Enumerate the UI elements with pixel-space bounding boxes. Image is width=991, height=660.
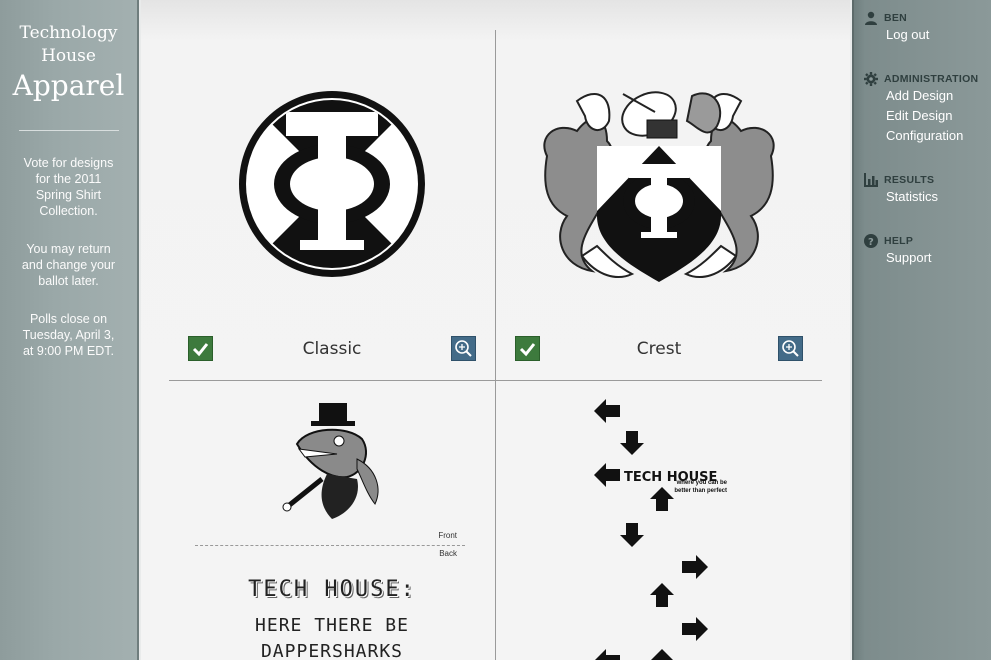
intro-text: Vote for designs for the 2011 Spring Shi…	[23, 156, 114, 218]
design-card-arrows: TECH HOUSE where you can be better than …	[496, 381, 822, 660]
check-icon	[519, 343, 536, 357]
brand-line-2: House	[41, 46, 96, 66]
admin-heading: ADMINISTRATION	[884, 73, 979, 85]
user-section: BEN Log out	[864, 11, 929, 45]
back-label: Back	[439, 549, 457, 558]
zoom-button-classic[interactable]	[451, 336, 476, 361]
back-print-line-2: HERE THERE BE	[255, 615, 409, 636]
design-image-crest[interactable]	[496, 76, 822, 282]
results-section: RESULTS Statistics	[864, 173, 938, 207]
vote-checkbox-crest[interactable]	[515, 336, 540, 361]
design-card-classic: Classic	[169, 30, 495, 380]
user-icon	[865, 11, 877, 25]
help-section: ? HELP Support	[864, 234, 932, 268]
design-image-classic[interactable]	[169, 90, 495, 278]
card-toolbar: Crest	[514, 335, 804, 362]
sidebar-divider	[18, 130, 119, 131]
return-note: You may return and change your ballot la…	[21, 242, 116, 288]
deadline-note: Polls close on Tuesday, April 3, at 9:00…	[22, 312, 115, 358]
design-title-classic: Classic	[302, 339, 362, 359]
back-print-line-3: DAPPERSHARKS	[260, 641, 404, 660]
design-title-crest: Crest	[636, 339, 682, 359]
magnify-icon	[455, 340, 472, 357]
help-heading: HELP	[884, 235, 914, 247]
design-image-shark[interactable]	[169, 399, 495, 523]
design-card-dappersharks: Front Back TECH HOUSE: HERE THERE BE DAP…	[169, 381, 495, 660]
statistics-link[interactable]: Statistics	[886, 187, 938, 207]
back-print-line-1: TECH HOUSE:	[248, 577, 416, 602]
zoom-button-crest[interactable]	[778, 336, 803, 361]
card-toolbar: Classic	[187, 335, 477, 362]
edit-design-link[interactable]: Edit Design	[886, 106, 978, 126]
svg-text:?: ?	[868, 237, 874, 248]
brand-line-1: Technology	[19, 23, 118, 43]
magnify-icon	[782, 340, 799, 357]
fold-line	[195, 545, 465, 546]
brand-logo[interactable]: Technology House Apparel	[0, 0, 137, 102]
results-heading: RESULTS	[884, 174, 935, 186]
configuration-link[interactable]: Configuration	[886, 126, 978, 146]
add-design-link[interactable]: Add Design	[886, 86, 978, 106]
bar-chart-icon	[864, 173, 878, 187]
design-card-crest: Crest	[496, 30, 822, 380]
design-image-arrows[interactable]: TECH HOUSE	[496, 395, 822, 660]
admin-section: ADMINISTRATION Add Design Edit Design Co…	[864, 72, 978, 146]
brand-line-3: Apparel	[12, 69, 125, 102]
gear-icon	[864, 72, 878, 86]
support-link[interactable]: Support	[886, 248, 932, 268]
main-panel: Classic Crest Front Back TECH HOUSE: HER…	[141, 0, 850, 660]
help-icon: ?	[864, 234, 878, 248]
vote-checkbox-classic[interactable]	[188, 336, 213, 361]
check-icon	[192, 343, 209, 357]
front-label: Front	[438, 531, 457, 540]
right-sidebar: BEN Log out ADMINISTRATION Add Design Ed…	[852, 0, 991, 660]
logout-link[interactable]: Log out	[886, 25, 929, 45]
arrow-design-tagline: where you can be better than perfect	[674, 480, 727, 494]
user-heading: BEN	[884, 12, 908, 24]
left-sidebar: Technology House Apparel Vote for design…	[0, 0, 139, 660]
